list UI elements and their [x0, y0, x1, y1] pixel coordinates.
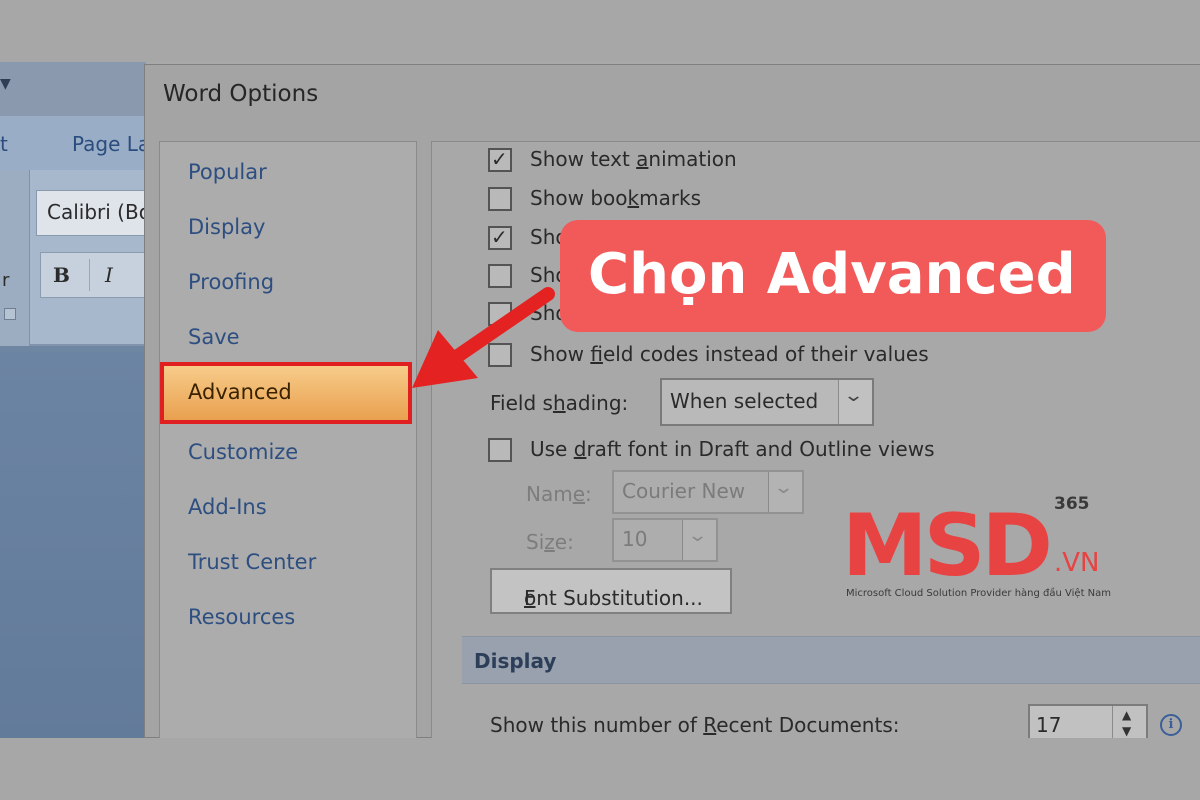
- label-part: Show this number of: [490, 713, 704, 737]
- dialog-title: Word Options: [163, 81, 319, 107]
- label-part: nimation: [648, 147, 737, 171]
- bookmarks-checkbox[interactable]: [488, 187, 512, 211]
- partial-1-checkbox[interactable]: [488, 225, 512, 250]
- recent-docs-spinner[interactable]: 17 ▲ ▼: [1028, 704, 1148, 739]
- nav-item-add-ins[interactable]: Add-Ins: [188, 495, 267, 519]
- label-accelerator: R: [703, 713, 717, 737]
- label-part: Show text: [530, 147, 637, 171]
- select-value: 10: [622, 527, 648, 551]
- annotation-callout: Chọn Advanced: [560, 220, 1106, 332]
- name-label: Name:: [526, 482, 592, 506]
- field-shading-select[interactable]: When selected ⌄: [660, 378, 874, 426]
- ribbon-tabs: t Page La: [0, 116, 146, 170]
- label-part: ecent Documents:: [716, 713, 900, 737]
- nav-item-save[interactable]: Save: [188, 325, 240, 349]
- field-codes-label: Show field codes instead of their values: [530, 342, 929, 366]
- label-part: marks: [639, 186, 702, 210]
- chevron-down-icon[interactable]: ⌄: [682, 520, 716, 560]
- frame-bottom: [0, 738, 1200, 800]
- size-label: Size:: [526, 530, 574, 554]
- logo-365: 365: [1054, 494, 1090, 514]
- draft-font-size-select[interactable]: 10 ⌄: [612, 518, 718, 562]
- select-value: Courier New: [622, 479, 746, 503]
- nav-item-display[interactable]: Display: [188, 215, 265, 239]
- ribbon-body: r Calibri (Bo B I: [0, 170, 146, 346]
- label-accelerator: d: [573, 437, 587, 461]
- draft-font-checkbox[interactable]: [488, 438, 512, 462]
- document-area: [0, 352, 146, 738]
- ribbon-group-label: r: [2, 270, 10, 291]
- section-header-display: Display: [462, 636, 1200, 684]
- logo-vn: .VN: [1054, 548, 1100, 578]
- draft-font-name-select[interactable]: Courier New ⌄: [612, 470, 804, 514]
- annotation-arrow-icon: [412, 287, 555, 388]
- label-part: ading:: [565, 391, 629, 415]
- spin-down-icon[interactable]: ▼: [1122, 724, 1131, 738]
- word-options-dialog: Word Options Popular Display Proofing Sa…: [144, 64, 1200, 739]
- label-part: ont Substitution...: [524, 586, 703, 610]
- chevron-down-icon[interactable]: ⌄: [838, 380, 872, 424]
- logo-tagline: Microsoft Cloud Solution Provider hàng đ…: [846, 588, 1112, 599]
- label-accelerator: e: [572, 482, 586, 506]
- label-part: Nam: [526, 482, 573, 506]
- text-animation-checkbox[interactable]: [488, 147, 512, 172]
- quick-access-toolbar: ▼: [0, 62, 146, 116]
- nav-item-proofing[interactable]: Proofing: [188, 270, 274, 294]
- logo-wordmark: MSD: [842, 496, 1053, 596]
- label-accelerator: f: [590, 342, 603, 366]
- nav-item-resources[interactable]: Resources: [188, 605, 295, 629]
- label-accelerator: a: [636, 147, 649, 171]
- label-part: Si: [526, 530, 545, 554]
- callout-text: Chọn Advanced: [588, 242, 1076, 307]
- options-nav: Popular Display Proofing Save Advanced C…: [159, 141, 417, 739]
- tab-page-layout[interactable]: Page La: [72, 132, 146, 156]
- nav-item-popular[interactable]: Popular: [188, 160, 267, 184]
- format-divider: [89, 259, 90, 291]
- nav-item-advanced[interactable]: Advanced: [160, 362, 412, 424]
- bookmarks-label: Show bookmarks: [530, 186, 701, 210]
- draft-font-label: Use draft font in Draft and Outline view…: [530, 437, 934, 461]
- msd-logo: MSD 365 .VN Microsoft Cloud Solution Pro…: [842, 490, 1132, 610]
- label-part: raft font in Draft and Outline views: [586, 437, 935, 461]
- font-format-buttons: B I: [40, 252, 146, 298]
- nav-item-trust-center[interactable]: Trust Center: [188, 550, 316, 574]
- recent-docs-label: Show this number of Recent Documents:: [490, 713, 900, 737]
- label-part: e:: [554, 530, 574, 554]
- chevron-down-icon[interactable]: ⌄: [768, 472, 802, 512]
- spinner-buttons: ▲ ▼: [1112, 706, 1146, 739]
- info-icon[interactable]: i: [1160, 714, 1182, 736]
- bold-button[interactable]: B: [53, 263, 70, 287]
- label-accelerator: z: [544, 530, 555, 554]
- font-substitution-button[interactable]: Font Substitution...: [490, 568, 732, 614]
- nav-item-customize[interactable]: Customize: [188, 440, 298, 464]
- spin-up-icon[interactable]: ▲: [1122, 708, 1131, 722]
- label-part: ield codes instead of their values: [602, 342, 929, 366]
- frame-top: [0, 0, 1200, 62]
- dialog-launcher-icon[interactable]: [4, 308, 16, 320]
- tab-insert[interactable]: t: [0, 132, 8, 156]
- select-value: When selected: [670, 389, 819, 413]
- text-animation-label: Show text animation: [530, 147, 737, 171]
- label-part: Use: [530, 437, 574, 461]
- label-part: :: [585, 482, 592, 506]
- quick-access-dropdown-icon[interactable]: ▼: [0, 76, 11, 92]
- word-window-background: ▼ t Page La r Calibri (Bo B I: [0, 62, 146, 738]
- label-part: Show boo: [530, 186, 628, 210]
- italic-button[interactable]: I: [105, 263, 113, 287]
- ribbon-group-clipboard: r: [0, 170, 30, 346]
- label-accelerator: k: [627, 186, 640, 210]
- font-name-combo[interactable]: Calibri (Bo: [36, 190, 146, 236]
- spinner-value: 17: [1036, 713, 1062, 737]
